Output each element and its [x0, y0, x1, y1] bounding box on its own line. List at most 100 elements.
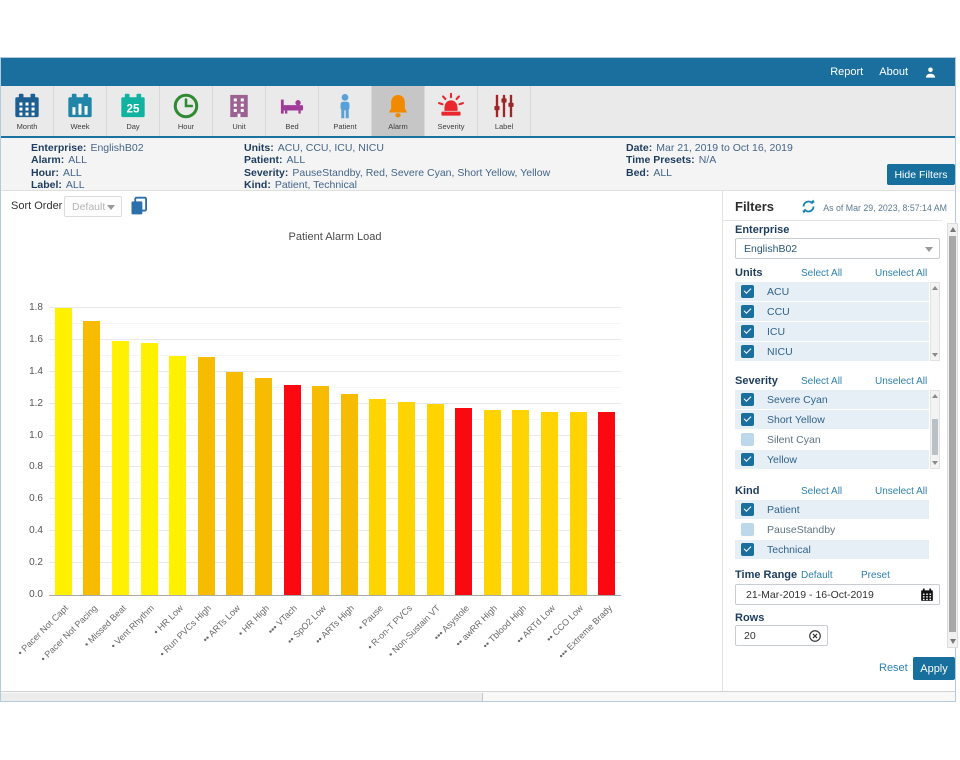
gridline: [49, 387, 621, 388]
filter-option-ccu[interactable]: CCU: [735, 302, 929, 321]
reset-button[interactable]: Reset: [879, 662, 908, 674]
gridline: [49, 498, 621, 499]
filter-summary-strip: Enterprise:EnglishB02Alarm:ALLHour:ALLLa…: [1, 138, 955, 191]
units-list-scrollbar[interactable]: [930, 282, 940, 361]
filter-option-label: Silent Cyan: [767, 434, 821, 446]
filter-option-severe-cyan[interactable]: Severe Cyan: [735, 390, 929, 409]
user-icon[interactable]: [924, 66, 937, 79]
toolbar-item-day[interactable]: 25Day: [107, 86, 160, 136]
vertical-scrollbar-thumb[interactable]: [949, 236, 956, 632]
units-list: ACU CCU ICU NICU: [735, 282, 940, 361]
time-range-value: 21-Mar-2019 - 16-Oct-2019: [746, 589, 874, 601]
scrollbar-thumb[interactable]: [932, 419, 938, 455]
checkbox[interactable]: [741, 413, 754, 426]
checkbox[interactable]: [741, 453, 754, 466]
horizontal-scrollbar-thumb[interactable]: [1, 693, 483, 701]
copy-icon[interactable]: [129, 196, 149, 216]
severity-list-scrollbar[interactable]: [930, 390, 940, 469]
filter-option-short-yellow[interactable]: Short Yellow: [735, 410, 929, 429]
vertical-scrollbar[interactable]: [947, 223, 958, 648]
filter-option-label: CCU: [767, 306, 790, 318]
gridline: [49, 482, 621, 483]
toolbar-item-label[interactable]: Label: [478, 86, 531, 136]
clear-icon[interactable]: [808, 629, 822, 643]
label-icon: [489, 91, 519, 121]
time-range-default-link[interactable]: Default: [801, 570, 833, 581]
enterprise-select[interactable]: EnglishB02: [735, 238, 940, 259]
summary-field: Units:ACU, CCU, ICU, NICU: [244, 142, 550, 154]
kind-list: Patient PauseStandbyTechnical: [735, 500, 940, 559]
toolbar-item-patient[interactable]: Patient: [319, 86, 372, 136]
checkbox[interactable]: [741, 503, 754, 516]
bar: [226, 372, 243, 595]
checkbox[interactable]: [741, 433, 754, 446]
horizontal-scrollbar[interactable]: [1, 691, 955, 701]
severity-unselect-all-link[interactable]: Unselect All: [875, 376, 927, 387]
y-axis-label: 1.8: [13, 302, 43, 313]
gridline: [49, 339, 621, 340]
filter-option-label: NICU: [767, 346, 793, 358]
toolbar-item-hour[interactable]: Hour: [160, 86, 213, 136]
calendar-icon[interactable]: [920, 588, 934, 602]
time-range-preset-link[interactable]: Preset: [861, 570, 890, 581]
filter-option-label: Patient: [767, 504, 800, 516]
alarm-icon: [383, 91, 413, 121]
filter-option-acu[interactable]: ACU: [735, 282, 929, 301]
divider: [723, 220, 942, 221]
checkbox[interactable]: [741, 345, 754, 358]
gridline: [49, 403, 621, 404]
toolbar-item-month[interactable]: Month: [1, 86, 54, 136]
filter-option-pausestandby[interactable]: PauseStandby: [735, 520, 929, 539]
toolbar-item-unit[interactable]: Unit: [213, 86, 266, 136]
toolbar-item-bed[interactable]: Bed: [266, 86, 319, 136]
severity-select-all-link[interactable]: Select All: [801, 376, 842, 387]
y-axis-label: 1.2: [13, 398, 43, 409]
scroll-down-icon[interactable]: [932, 353, 938, 357]
toolbar-item-alarm[interactable]: Alarm: [372, 86, 425, 136]
scroll-up-icon[interactable]: [950, 227, 956, 232]
summary-field-value: EnglishB02: [90, 142, 143, 154]
checkbox[interactable]: [741, 393, 754, 406]
summary-field-value: ALL: [653, 167, 672, 179]
checkbox[interactable]: [741, 325, 754, 338]
filter-option-silent-cyan[interactable]: Silent Cyan: [735, 430, 929, 449]
bar: [55, 308, 72, 595]
filter-option-patient[interactable]: Patient: [735, 500, 929, 519]
filter-option-label: Severe Cyan: [767, 394, 828, 406]
checkbox[interactable]: [741, 543, 754, 556]
scroll-down-icon[interactable]: [950, 639, 956, 644]
bar: [255, 378, 272, 595]
hide-filters-button[interactable]: Hide Filters: [887, 164, 955, 185]
report-link[interactable]: Report: [830, 66, 863, 78]
rows-input[interactable]: 20: [735, 625, 828, 646]
bar: [570, 412, 587, 595]
time-range-input[interactable]: 21-Mar-2019 - 16-Oct-2019: [735, 584, 940, 605]
toolbar-item-severity[interactable]: Severity: [425, 86, 478, 136]
gridline: [49, 371, 621, 372]
bar: [455, 408, 472, 595]
checkbox[interactable]: [741, 523, 754, 536]
scroll-up-icon[interactable]: [932, 394, 938, 398]
units-select-all-link[interactable]: Select All: [801, 268, 842, 279]
filter-option-nicu[interactable]: NICU: [735, 342, 929, 361]
summary-field: Time Presets:N/A: [626, 154, 793, 166]
summary-field: Kind:Patient, Technical: [244, 179, 550, 191]
toolbar-item-week[interactable]: Week: [54, 86, 107, 136]
filter-option-technical[interactable]: Technical: [735, 540, 929, 559]
kind-select-all-link[interactable]: Select All: [801, 486, 842, 497]
gridline: [49, 307, 621, 308]
checkbox[interactable]: [741, 285, 754, 298]
filter-option-yellow[interactable]: Yellow: [735, 450, 929, 469]
filter-option-icu[interactable]: ICU: [735, 322, 929, 341]
apply-button[interactable]: Apply: [913, 657, 955, 680]
summary-field-value: N/A: [699, 154, 717, 166]
y-axis-label: 1.0: [13, 430, 43, 441]
scroll-up-icon[interactable]: [932, 286, 938, 290]
units-unselect-all-link[interactable]: Unselect All: [875, 268, 927, 279]
kind-unselect-all-link[interactable]: Unselect All: [875, 486, 927, 497]
summary-field-label: Kind:: [244, 179, 271, 191]
about-link[interactable]: About: [879, 66, 908, 78]
scroll-down-icon[interactable]: [932, 461, 938, 465]
sort-order-select[interactable]: Default: [64, 196, 122, 217]
checkbox[interactable]: [741, 305, 754, 318]
